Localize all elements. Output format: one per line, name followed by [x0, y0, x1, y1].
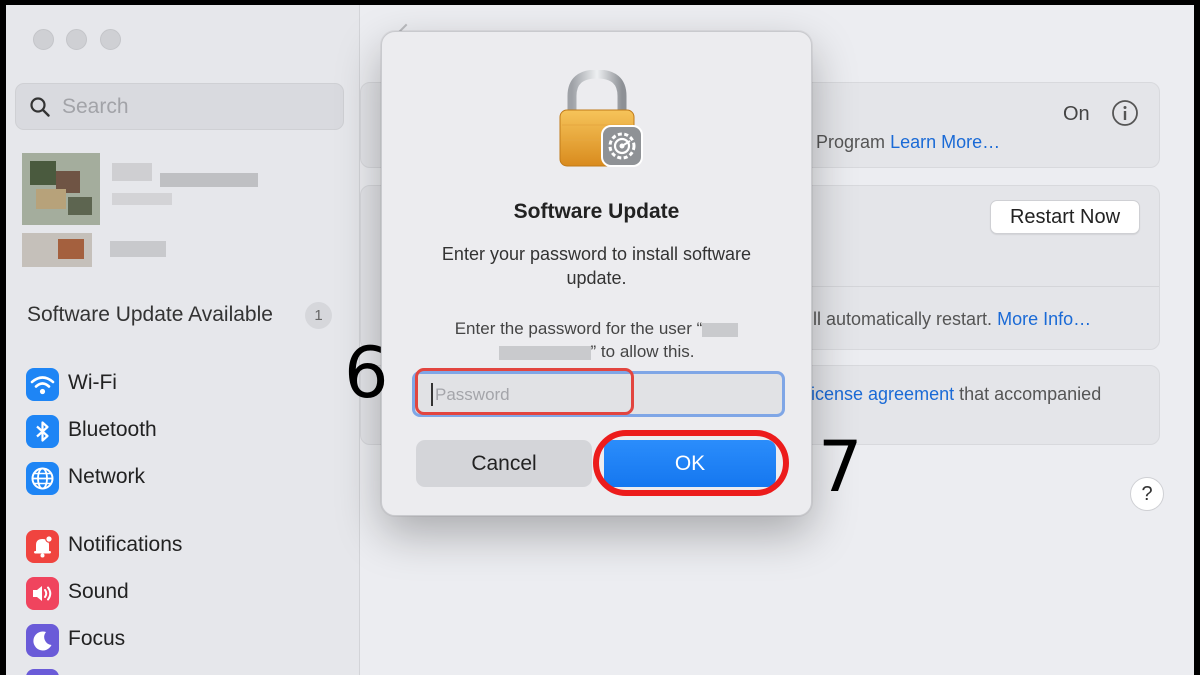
sidebar-item-label: Sound — [68, 580, 129, 603]
step-number-6: 6 — [344, 332, 389, 414]
license-text: icense agreement that accompanied — [811, 384, 1102, 404]
minimize-window-button[interactable] — [66, 29, 87, 50]
sidebar-item-network[interactable]: Network — [26, 460, 346, 498]
bluetooth-icon — [26, 415, 59, 448]
search-icon — [30, 97, 50, 122]
software-update-available-row[interactable]: Software Update Available 1 — [27, 301, 337, 333]
sidebar-item-label: Network — [68, 465, 146, 488]
sidebar-item-label: Bluetooth — [68, 418, 157, 441]
search-field[interactable] — [15, 83, 344, 130]
help-button[interactable]: ? — [1130, 477, 1164, 511]
network-globe-icon — [26, 462, 59, 495]
info-icon[interactable] — [1111, 99, 1139, 132]
redacted-username — [498, 345, 591, 360]
more-info-link[interactable]: More Info… — [997, 309, 1091, 329]
redacted-username — [702, 322, 739, 337]
sound-speaker-icon — [26, 577, 59, 610]
restart-now-button[interactable]: Restart Now — [990, 200, 1140, 234]
sidebar-item-label: Wi-Fi — [68, 371, 117, 394]
update-count-badge: 1 — [305, 302, 332, 329]
learn-more-link[interactable]: Learn More… — [890, 132, 1000, 152]
beta-program-text: e Program Learn More… — [801, 132, 1001, 152]
sidebar-item-focus[interactable]: Focus — [26, 622, 346, 660]
notifications-bell-icon — [26, 530, 59, 563]
software-update-label: Software Update Available — [27, 303, 273, 326]
account-profile-redacted[interactable] — [22, 153, 272, 271]
zoom-window-button[interactable] — [100, 29, 121, 50]
screen-time-icon — [26, 669, 59, 675]
lock-with-gear-icon — [556, 69, 646, 175]
search-input[interactable] — [60, 91, 334, 123]
dialog-message: Enter your password to install software … — [441, 244, 752, 288]
sidebar-item-label: Focus — [68, 627, 126, 650]
restart-info-text: ill automatically restart. More Info… — [809, 309, 1092, 329]
dialog-title: Software Update — [513, 200, 680, 223]
beta-status-value: On — [1063, 103, 1090, 125]
license-agreement-link[interactable]: icense agreement — [811, 384, 954, 404]
cancel-button[interactable]: Cancel — [416, 440, 592, 487]
sidebar-item-sound[interactable]: Sound — [26, 575, 346, 613]
dialog-user-prompt: Enter the password for the user “ ” to a… — [422, 317, 771, 363]
password-highlight-outline — [415, 368, 634, 415]
sidebar-item-notifications[interactable]: Notifications — [26, 528, 346, 566]
sidebar-item-partial[interactable] — [26, 667, 346, 675]
sidebar: Software Update Available 1 Wi-Fi Blueto… — [6, 5, 360, 675]
ok-highlight-outline — [593, 430, 789, 496]
focus-moon-icon — [26, 624, 59, 657]
sidebar-item-wifi[interactable]: Wi-Fi — [26, 366, 346, 404]
sidebar-item-bluetooth[interactable]: Bluetooth — [26, 413, 346, 451]
step-number-7: 7 — [818, 426, 863, 508]
wifi-icon — [26, 368, 59, 401]
close-window-button[interactable] — [33, 29, 54, 50]
sidebar-item-label: Notifications — [68, 533, 183, 556]
